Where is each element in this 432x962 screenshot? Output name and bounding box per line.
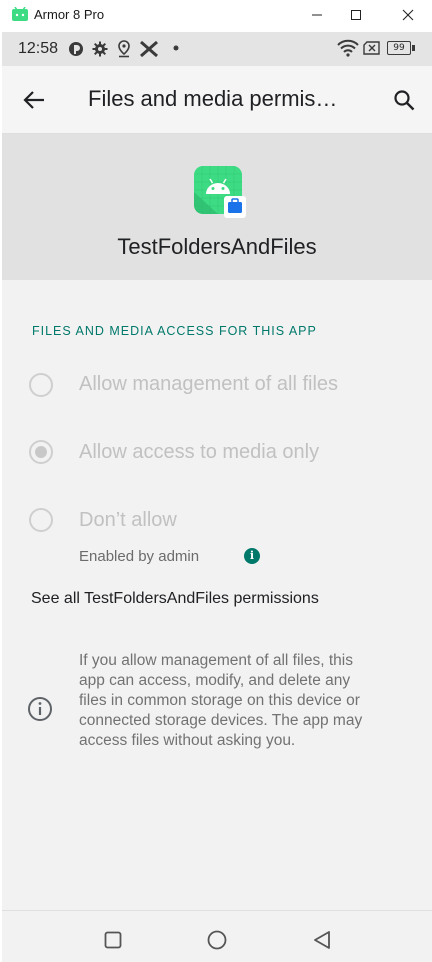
no-sim-icon <box>363 41 380 55</box>
wifi-icon <box>337 39 359 57</box>
maximize-icon <box>351 10 361 20</box>
radio-button[interactable] <box>29 508 53 532</box>
window-title-bar: Armor 8 Pro <box>0 0 432 30</box>
home-icon[interactable] <box>207 930 227 950</box>
battery-icon: 99 <box>387 41 411 55</box>
option-label: Don’t allow <box>79 509 177 531</box>
x-app-icon <box>140 40 158 58</box>
option-label: Allow management of all files <box>79 373 339 395</box>
android-app-icon <box>194 166 246 218</box>
navigation-bar <box>2 910 432 962</box>
app-header: TestFoldersAndFiles <box>2 134 432 280</box>
info-outline-icon <box>28 697 52 721</box>
dot-icon <box>173 45 179 51</box>
app-name: TestFoldersAndFiles <box>117 234 317 259</box>
enabled-by-admin-text: Enabled by admin <box>79 548 200 565</box>
battery-level: 99 <box>393 43 405 53</box>
search-icon <box>394 90 415 111</box>
info-filled-icon[interactable]: i <box>244 548 260 564</box>
battery-tip <box>412 45 415 51</box>
data-saver-icon <box>69 42 83 56</box>
window-title: Armor 8 Pro <box>34 7 105 22</box>
search-button[interactable] <box>386 82 422 118</box>
section-label: FILES AND MEDIA ACCESS FOR THIS APP <box>32 324 317 338</box>
minimize-icon <box>312 14 322 16</box>
info-description: If you allow management of all files, th… <box>79 652 363 749</box>
status-time: 12:58 <box>18 40 59 57</box>
close-icon <box>402 9 414 21</box>
status-bar: 12:58 99 <box>2 32 432 66</box>
phone-screen: 12:58 99 Files and media permis… TestFol… <box>2 32 432 962</box>
back-icon[interactable] <box>312 930 332 950</box>
page-title: Files and media permis… <box>88 86 338 111</box>
radio-button[interactable] <box>29 373 53 397</box>
radio-button-selected[interactable] <box>29 440 53 464</box>
android-window-icon <box>12 6 28 21</box>
location-icon <box>118 40 130 58</box>
see-all-permissions-link[interactable]: See all TestFoldersAndFiles permissions <box>31 590 319 608</box>
close-button[interactable] <box>385 0 431 30</box>
back-button[interactable] <box>16 84 52 116</box>
arrow-left-icon <box>23 91 44 109</box>
settings-icon <box>92 41 108 57</box>
app-bar: Files and media permis… <box>2 66 432 134</box>
maximize-button[interactable] <box>333 0 379 30</box>
recents-icon[interactable] <box>104 931 122 949</box>
option-label: Allow access to media only <box>79 441 320 463</box>
